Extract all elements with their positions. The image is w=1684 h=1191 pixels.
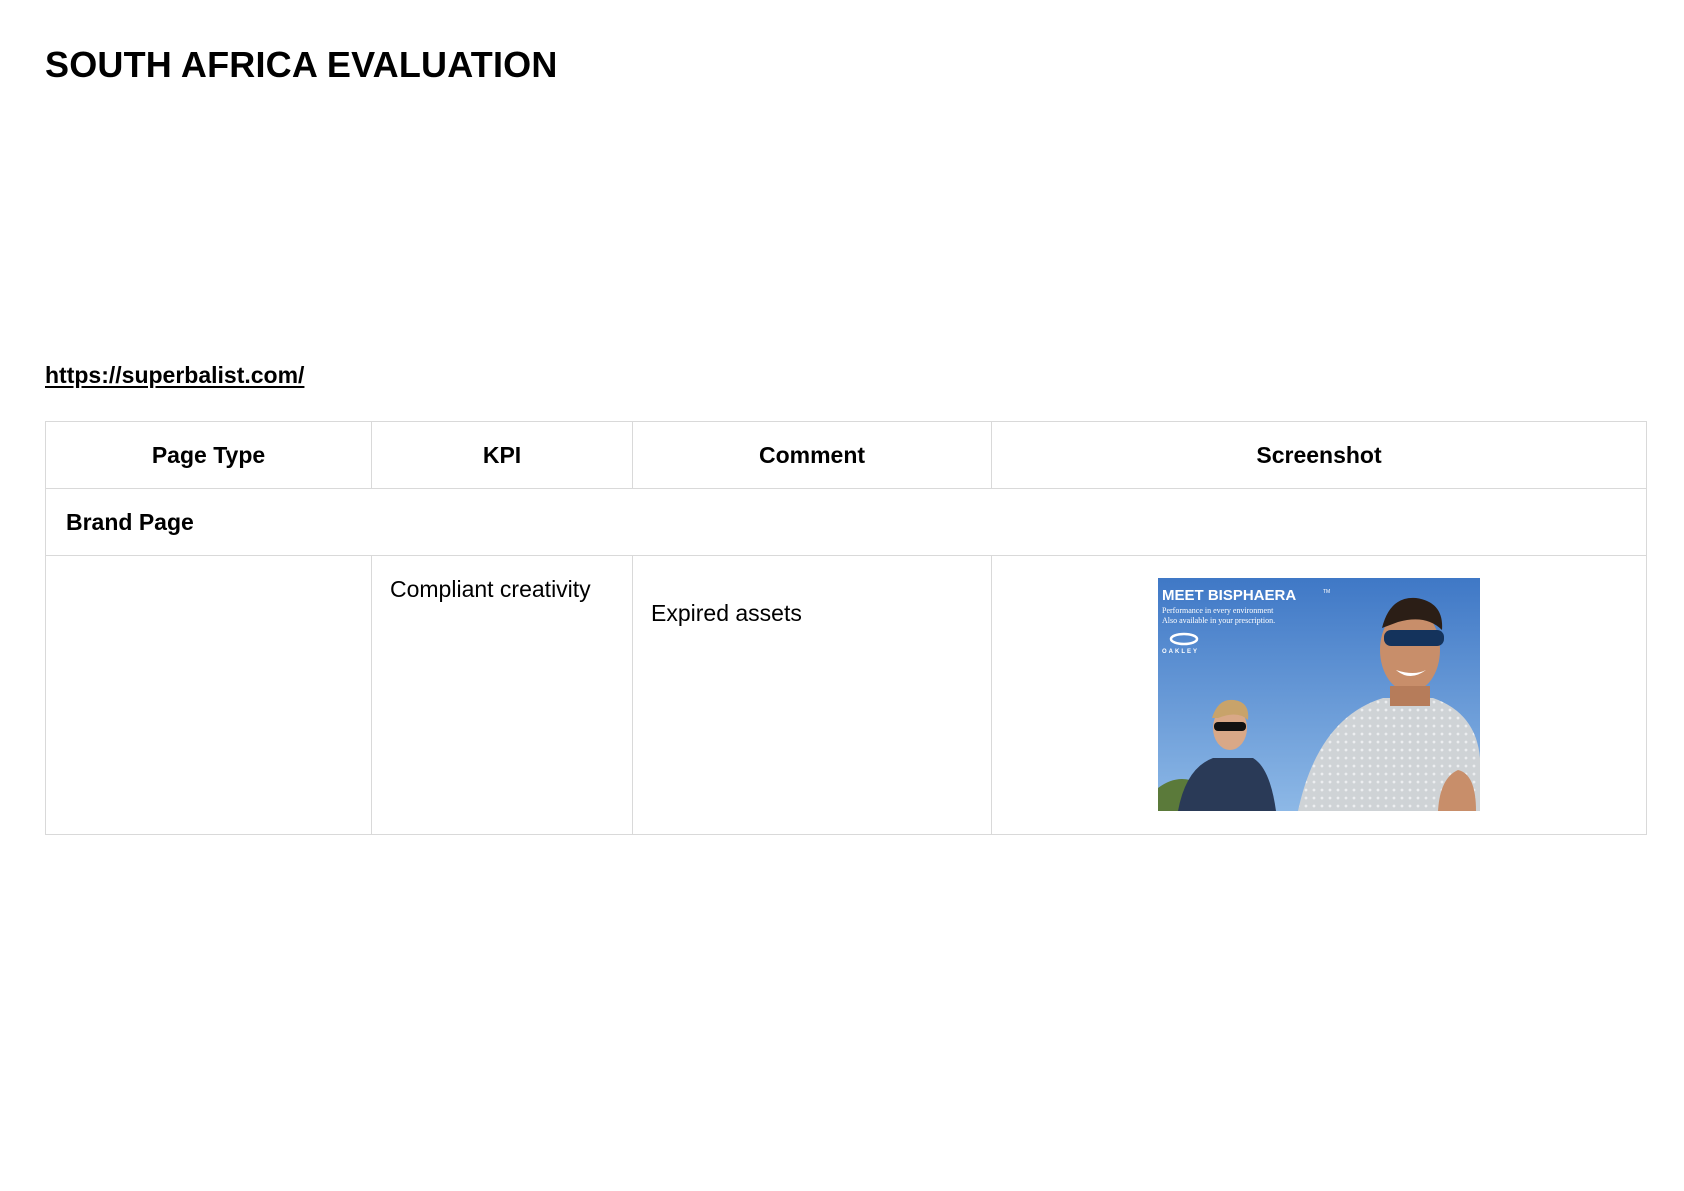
header-page-type: Page Type bbox=[45, 421, 372, 489]
ad-headline: MEET BISPHAERA bbox=[1162, 587, 1296, 604]
section-cell: Brand Page bbox=[45, 488, 1647, 556]
site-url-link[interactable]: https://superbalist.com/ bbox=[45, 362, 304, 389]
kpi-cell: Compliant creativity bbox=[371, 555, 633, 835]
section-label: Brand Page bbox=[66, 508, 194, 535]
comment-value: Expired assets bbox=[651, 600, 802, 626]
evaluation-table: Page Type KPI Comment Screenshot Brand P… bbox=[45, 421, 1647, 835]
ad-brand: OAKLEY bbox=[1162, 649, 1199, 655]
ad-subline-1: Performance in every environment bbox=[1162, 606, 1274, 615]
kpi-value: Compliant creativity bbox=[390, 576, 591, 602]
comment-cell: Expired assets bbox=[632, 555, 992, 835]
document-title: SOUTH AFRICA EVALUATION bbox=[45, 44, 558, 85]
page-type-cell bbox=[45, 555, 372, 835]
ad-trademark: TM bbox=[1323, 589, 1330, 595]
ad-subline-2: Also available in your prescription. bbox=[1162, 616, 1275, 625]
section-row: Brand Page bbox=[45, 488, 1647, 556]
table-header-row: Page Type KPI Comment Screenshot bbox=[45, 421, 1647, 489]
screenshot-image: MEET BISPHAERA TM Performance in every e… bbox=[1158, 578, 1480, 811]
header-screenshot: Screenshot bbox=[991, 421, 1647, 489]
screenshot-cell: MEET BISPHAERA TM Performance in every e… bbox=[991, 555, 1647, 835]
header-kpi: KPI bbox=[371, 421, 633, 489]
header-comment: Comment bbox=[632, 421, 992, 489]
table-row: Compliant creativity Expired assets MEET… bbox=[45, 555, 1647, 835]
